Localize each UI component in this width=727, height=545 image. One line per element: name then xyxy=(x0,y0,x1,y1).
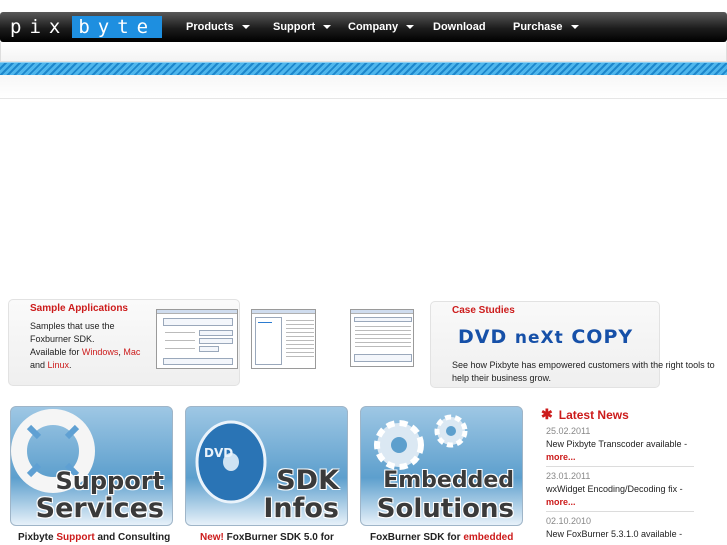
svg-text:DVD: DVD xyxy=(204,446,233,460)
tile-support-line1: Support xyxy=(55,467,164,495)
nav-products-label: Products xyxy=(186,21,234,33)
support-services-tile[interactable]: Support Services xyxy=(10,406,173,526)
sample-screenshot-1[interactable] xyxy=(156,309,238,369)
nav-download-label: Download xyxy=(433,21,486,33)
sample-applications-title[interactable]: Sample Applications xyxy=(30,303,128,314)
link-mac[interactable]: Mac xyxy=(123,347,140,357)
and-text: and xyxy=(30,360,48,370)
nav-support[interactable]: Support xyxy=(273,12,348,42)
case-studies-title[interactable]: Case Studies xyxy=(452,305,515,316)
latest-news-heading: ✱ Latest News xyxy=(541,406,629,423)
sample-line2: Foxburner SDK. xyxy=(30,334,95,344)
nav-support-label: Support xyxy=(273,21,316,33)
pixbyte-logo[interactable]: pix byte xyxy=(6,16,163,38)
nav-download[interactable]: Download xyxy=(433,12,513,42)
main-nav: Products Support Company Download Purcha… xyxy=(186,12,593,42)
news-text: New Pixbyte Transcoder available - xyxy=(546,439,688,449)
news-date: 23.01.2011 xyxy=(546,471,591,481)
logo-next-text: neXt xyxy=(514,328,564,348)
logo-text-pix: pix xyxy=(10,16,69,38)
news-divider xyxy=(546,466,694,467)
caption-support: Support xyxy=(56,532,95,543)
link-windows[interactable]: Windows xyxy=(82,347,119,357)
striped-banner xyxy=(0,62,727,75)
tile-embedded-line1: Embedded xyxy=(383,468,514,493)
star-icon: ✱ xyxy=(541,406,553,422)
news-more-link[interactable]: more... xyxy=(546,496,694,509)
nav-purchase-label: Purchase xyxy=(513,21,563,33)
caption-foxburner-sdk: FoxBurner SDK for xyxy=(370,532,464,543)
sample-screenshot-3[interactable] xyxy=(350,309,414,367)
sample-line3: Available for Windows, Mac xyxy=(30,346,155,359)
embedded-tile-caption[interactable]: FoxBurner SDK for embedded xyxy=(370,532,513,543)
tile-support-line2: Services xyxy=(35,493,164,524)
logo-dvd-text: DVD xyxy=(458,326,515,348)
dvd-next-copy-logo[interactable]: DVD neXt COPY xyxy=(458,326,633,348)
sample-applications-text: Samples that use the Foxburner SDK. Avai… xyxy=(30,320,155,372)
news-item: 02.10.2010 New FoxBurner 5.3.1.0 availab… xyxy=(546,515,694,541)
latest-news-title: Latest News xyxy=(558,407,629,422)
link-linux[interactable]: Linux xyxy=(48,360,70,370)
news-text: New FoxBurner 5.3.1.0 available - xyxy=(546,529,683,539)
caption-foxburner: FoxBurner SDK 5.0 for xyxy=(223,532,334,543)
nav-products[interactable]: Products xyxy=(186,12,273,42)
caption-consulting: and Consulting xyxy=(94,532,171,543)
subnav-band xyxy=(0,42,727,62)
sdk-tile-caption[interactable]: New! FoxBurner SDK 5.0 for xyxy=(200,532,334,543)
sample-screenshot-2[interactable] xyxy=(251,309,316,369)
news-divider xyxy=(546,511,694,512)
chevron-down-icon xyxy=(570,25,579,29)
tile-sdk-line1: SDK xyxy=(276,465,339,496)
sample-line1: Samples that use the xyxy=(30,321,115,331)
news-more-link[interactable]: more... xyxy=(546,451,694,464)
nav-company[interactable]: Company xyxy=(348,12,433,42)
news-date: 02.10.2010 xyxy=(546,516,592,526)
period-text: . xyxy=(69,360,72,370)
nav-company-label: Company xyxy=(348,21,399,33)
news-text: wxWidget Encoding/Decoding fix - xyxy=(546,484,683,494)
logo-copy-text: COPY xyxy=(563,326,634,348)
news-date: 25.02.2011 xyxy=(546,426,591,436)
chevron-down-icon xyxy=(406,25,415,29)
tile-sdk-line2: Infos xyxy=(263,493,339,524)
tile-embedded-line2: Solutions xyxy=(376,494,514,524)
case-studies-text: See how Pixbyte has empowered customers … xyxy=(452,360,715,383)
available-for-text: Available for xyxy=(30,347,82,357)
banner-shadow xyxy=(0,75,727,99)
sdk-infos-tile[interactable]: DVD SDK Infos xyxy=(185,406,348,526)
caption-new: New! xyxy=(200,532,224,543)
logo-text-byte: byte xyxy=(72,16,163,38)
chevron-down-icon xyxy=(323,25,332,29)
sample-line4: and Linux. xyxy=(30,359,155,372)
news-item: 23.01.2011 wxWidget Encoding/Decoding fi… xyxy=(546,470,694,509)
caption-pixbyte: Pixbyte xyxy=(18,532,57,543)
caption-embedded: embedded xyxy=(463,532,514,543)
embedded-solutions-tile[interactable]: Embedded Solutions xyxy=(360,406,523,526)
news-item: 25.02.2011 New Pixbyte Transcoder availa… xyxy=(546,425,694,464)
chevron-down-icon xyxy=(241,25,250,29)
nav-purchase[interactable]: Purchase xyxy=(513,12,593,42)
top-navigation-bar: pix byte Products Support Company Downlo… xyxy=(0,12,727,42)
case-studies-panel: Case Studies DVD neXt COPY See how Pixby… xyxy=(430,301,715,388)
support-tile-caption[interactable]: Pixbyte Support and Consulting xyxy=(18,532,170,543)
